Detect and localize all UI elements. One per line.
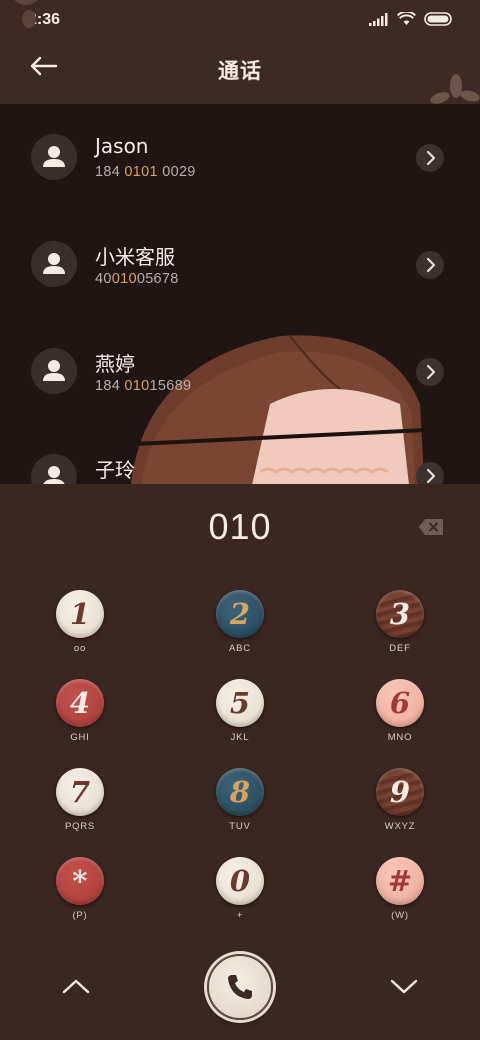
key-digit: 0 [229,863,251,898]
contact-row[interactable]: 小米客服 4001005678 [0,211,480,311]
collapse-button[interactable] [58,974,94,998]
signal-icon [369,12,388,26]
key-letters: oo [73,643,87,654]
key-digit: # [387,863,413,898]
key-digit: 1 [69,596,91,631]
key-star[interactable]: * (P) [40,857,120,939]
key-letters: WXYZ [384,821,416,832]
key-digit: 6 [389,685,411,720]
key-disc: 0 [216,857,264,905]
status-bar: 2:36 [0,0,480,40]
contact-number: 184 0101 0029 [95,164,196,180]
chevron-right-icon [426,364,436,380]
dialpad-panel: 010 1 oo 2 ABC 3 DEF 4 GHI 5 JKL 6 MNO 7 PQRS 8 TUV 9 WXY… [0,484,480,1040]
chevron-down-icon [390,979,418,994]
contact-detail-button[interactable] [416,358,444,386]
person-icon [43,360,65,381]
key-digit: * [72,863,88,898]
wifi-icon [397,12,416,25]
chevron-right-icon [426,468,436,484]
contact-number: 184 01015689 [95,378,192,394]
key-disc: 1 [56,590,104,638]
key-letters: ABC [229,643,251,654]
contact-name: 小米客服 [95,245,175,269]
call-button[interactable] [207,954,273,1020]
matched-digits: 0101 [124,164,158,180]
key-letters: GHI [70,732,90,743]
key-4[interactable]: 4 GHI [40,679,120,761]
leaf-decoration-left [14,0,38,28]
key-0[interactable]: 0 + [200,857,280,939]
person-icon [43,253,65,274]
key-disc: * [56,857,104,905]
key-disc: 2 [216,590,264,638]
contact-detail-button[interactable] [416,251,444,279]
key-letters: (W) [391,910,409,921]
key-disc: 7 [56,768,104,816]
key-digit: 8 [229,774,251,809]
key-7[interactable]: 7 PQRS [40,768,120,850]
top-bar: 2:36 通话 [0,0,480,104]
key-letters: DEF [389,643,411,654]
contact-number: 4001005678 [95,271,179,287]
key-disc: 3 [376,590,424,638]
dialed-number: 010 [208,506,272,547]
key-letters: (P) [72,910,88,921]
contact-avatar [31,348,77,394]
key-digit: 7 [69,774,91,809]
backspace-icon [419,519,443,535]
expand-button[interactable] [386,974,422,998]
contact-name: Jason [95,134,149,158]
contact-name: 子玲 [95,458,135,482]
key-letters: JKL [230,732,250,743]
backspace-button[interactable] [418,518,444,540]
contact-row[interactable]: Jason 184 0101 0029 [0,104,480,204]
chevron-right-icon [426,150,436,166]
page-title: 通话 [218,59,262,83]
key-3[interactable]: 3 DEF [360,590,440,672]
person-icon [43,146,65,167]
key-digit: 4 [69,685,91,720]
key-2[interactable]: 2 ABC [200,590,280,672]
contact-detail-button[interactable] [416,144,444,172]
key-disc: 4 [56,679,104,727]
key-digit: 2 [229,596,251,631]
key-disc: # [376,857,424,905]
key-5[interactable]: 5 JKL [200,679,280,761]
contact-detail-button[interactable] [416,462,444,484]
key-letters: MNO [387,732,413,743]
dialer-bottom-bar [0,944,480,1040]
battery-icon [424,12,452,26]
key-letters: PQRS [64,821,96,832]
key-digit: 3 [389,596,411,631]
contact-row[interactable]: 子玲 [0,424,480,484]
key-6[interactable]: 6 MNO [360,679,440,761]
key-digit: 9 [389,774,411,809]
contact-avatar [31,134,77,180]
contact-suggestion-list: Jason 184 0101 0029 小米客服 4001005678 燕婷 1… [0,104,480,484]
key-letters: TUV [229,821,251,832]
status-icons [369,12,454,26]
contact-avatar [31,454,77,484]
key-disc: 6 [376,679,424,727]
key-letters: + [236,910,244,921]
contact-row[interactable]: 燕婷 184 01015689 [0,318,480,418]
key-1[interactable]: 1 oo [40,590,120,672]
chevron-right-icon [426,257,436,273]
key-digit: 5 [229,685,251,720]
matched-digits: 010 [124,378,150,394]
key-8[interactable]: 8 TUV [200,768,280,850]
phone-icon [228,975,252,999]
key-hash[interactable]: # (W) [360,857,440,939]
contact-name: 燕婷 [95,352,135,376]
chevron-up-icon [62,979,90,994]
matched-digits: 010 [111,271,137,287]
key-disc: 5 [216,679,264,727]
key-disc: 9 [376,768,424,816]
contact-avatar [31,241,77,287]
key-disc: 8 [216,768,264,816]
person-icon [43,466,65,484]
key-9[interactable]: 9 WXYZ [360,768,440,850]
